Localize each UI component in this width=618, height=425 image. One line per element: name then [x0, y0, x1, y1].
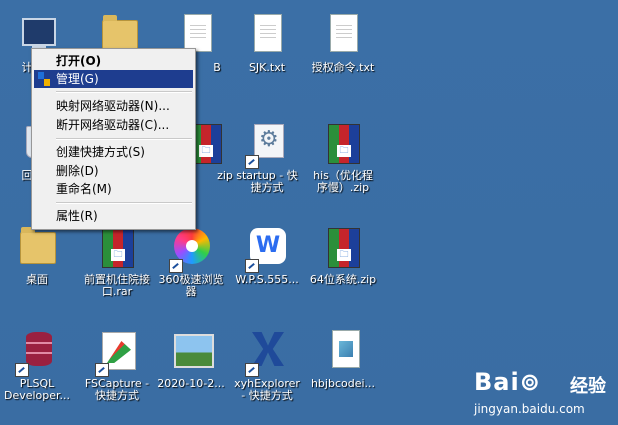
menu-item-delete[interactable]: 删除(D) [34, 162, 193, 180]
icon-label: his（优化程 序慢）.zip [313, 169, 373, 194]
computer-icon [22, 18, 56, 52]
icon-label: hbjbcodei... [310, 377, 376, 390]
uac-shield-icon [38, 72, 51, 86]
zip-archive-icon [328, 228, 360, 268]
menu-item-manage[interactable]: 管理(G) [34, 70, 193, 88]
watermark-cn: 经验 [570, 376, 606, 397]
icon-label: 2020-10-2... [157, 377, 225, 390]
icon-label: 前置机住院接 口.rar [84, 273, 150, 298]
shortcut-arrow-icon [245, 155, 259, 169]
rar-archive-icon [102, 228, 134, 268]
shortcut-arrow-icon [15, 363, 29, 377]
icon-label: 360极速浏览 器 [158, 273, 224, 298]
baidu-jingyan-watermark: Bai⊚ 经验 jingyan.baidu.com [474, 362, 618, 425]
icon-label: 桌面 [26, 273, 48, 286]
menu-item-properties[interactable]: 属性(R) [34, 207, 193, 225]
watermark-logo: Bai⊚ [474, 368, 541, 396]
text-file-icon [254, 14, 282, 52]
icon-label: PLSQL Developer... [3, 377, 71, 402]
watermark-url: jingyan.baidu.com [474, 402, 585, 416]
folder-icon [20, 227, 56, 264]
icon-label: 授权命令.txt [311, 61, 375, 74]
shortcut-arrow-icon [245, 259, 259, 273]
desktop[interactable]: 计 B SJK.txt 授权命令.txt 回 zip startup - 快 捷… [0, 0, 618, 425]
xyh-explorer-icon [252, 332, 284, 366]
shortcut-arrow-icon [245, 363, 259, 377]
menu-separator [56, 138, 192, 140]
menu-item-rename[interactable]: 重命名(M) [34, 180, 193, 198]
icon-label: FSCapture - 快捷方式 [84, 377, 150, 402]
icon-label: SJK.txt [248, 61, 286, 74]
context-menu[interactable]: 打开(O) 管理(G) 映射网络驱动器(N)... 断开网络驱动器(C)... … [31, 48, 196, 230]
menu-separator [56, 91, 192, 93]
menu-item-disconnect-drive[interactable]: 断开网络驱动器(C)... [34, 116, 193, 134]
zip-archive-icon [328, 124, 360, 164]
menu-item-create-shortcut[interactable]: 创建快捷方式(S) [34, 143, 193, 161]
icon-label: startup - 快 捷方式 [236, 169, 298, 194]
icon-label: xyhExplorer - 快捷方式 [234, 377, 300, 402]
database-icon [26, 332, 52, 366]
settings-app-icon [254, 124, 284, 158]
text-file-icon [330, 14, 358, 52]
menu-item-map-drive[interactable]: 映射网络驱动器(N)... [34, 97, 193, 115]
shortcut-arrow-icon [95, 363, 109, 377]
menu-item-label: 管理(G) [56, 72, 99, 86]
menu-item-open[interactable]: 打开(O) [34, 52, 193, 70]
menu-separator [56, 202, 192, 204]
shortcut-arrow-icon [169, 259, 183, 273]
image-file-icon [174, 334, 214, 368]
icon-label: 64位系统.zip [309, 273, 377, 286]
generic-file-icon [332, 330, 360, 368]
document-icon [184, 14, 212, 52]
icon-label: W.P.S.555... [235, 273, 299, 286]
